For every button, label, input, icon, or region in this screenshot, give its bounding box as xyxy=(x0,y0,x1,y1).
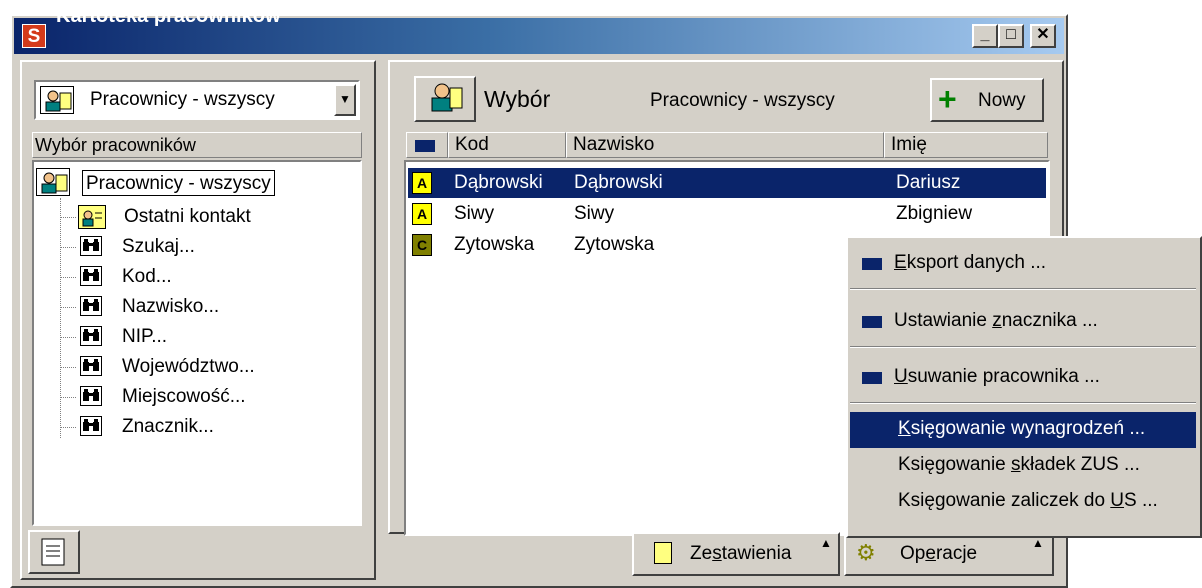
tree-connector xyxy=(60,397,76,398)
window-title: Kartoteka pracowników xyxy=(56,5,281,27)
category-badge: C xyxy=(412,234,432,256)
tree-item-label[interactable]: Znacznik... xyxy=(122,416,214,438)
tree-connector xyxy=(60,217,76,218)
tree-item-label[interactable]: Miejscowość... xyxy=(122,386,246,408)
tree-connector xyxy=(60,337,76,338)
document-tab-button[interactable] xyxy=(28,530,80,574)
cell-kod: Siwy xyxy=(454,203,495,224)
tree-item-label[interactable]: NIP... xyxy=(122,326,167,348)
menu-separator xyxy=(850,402,1196,404)
contact-card-icon xyxy=(78,205,106,229)
category-badge: A xyxy=(412,172,432,194)
marker-icon xyxy=(415,140,435,152)
tree-connector xyxy=(60,247,76,248)
header-title: Wybór xyxy=(484,86,551,112)
tree-item-label[interactable]: Nazwisko... xyxy=(122,296,219,318)
binoculars-icon xyxy=(80,296,102,316)
marker-icon xyxy=(862,372,882,384)
cell-nazwisko: Dąbrowski xyxy=(574,172,663,193)
tree-connector xyxy=(60,427,76,428)
tree-connector xyxy=(60,277,76,278)
menu-item-label: Usuwanie pracownika ... xyxy=(894,366,1100,387)
report-icon xyxy=(654,542,672,564)
binoculars-icon xyxy=(80,266,102,286)
minimize-button[interactable]: _ xyxy=(972,24,998,48)
section-header: Wybór pracowników xyxy=(32,132,362,158)
menu-separator xyxy=(850,346,1196,348)
people-icon xyxy=(36,168,70,196)
cell-nazwisko: Siwy xyxy=(574,203,615,224)
tree-item-label[interactable]: Kod... xyxy=(122,266,172,288)
menu-separator xyxy=(850,288,1196,290)
header-subtitle: Pracownicy - wszyscy xyxy=(650,90,835,111)
people-icon[interactable] xyxy=(414,76,476,122)
binoculars-icon xyxy=(80,236,102,256)
tree-item-label[interactable]: Ostatni kontakt xyxy=(124,206,251,228)
app-icon: S xyxy=(22,24,46,48)
column-header-nazwisko[interactable]: Nazwisko xyxy=(566,132,884,158)
menu-item-label: Księgowanie zaliczek do US ... xyxy=(898,490,1158,511)
marker-icon xyxy=(862,258,882,270)
menu-item-label: Eksport danych ... xyxy=(894,252,1047,273)
gear-icon: ⚙ xyxy=(856,540,876,565)
cell-nazwisko: Zytowska xyxy=(574,234,655,255)
tree-root[interactable]: Pracownicy - wszyscy xyxy=(82,170,275,196)
tree-connector xyxy=(60,367,76,368)
chevron-up-icon: ▲ xyxy=(1032,536,1044,550)
menu-item-label: Ustawianie znacznika ... xyxy=(894,310,1098,331)
plus-icon: + xyxy=(938,81,957,117)
tree-item-label[interactable]: Szukaj... xyxy=(122,236,195,258)
filter-combo-value: Pracownicy - wszyscy xyxy=(90,89,275,110)
binoculars-icon xyxy=(80,356,102,376)
new-button-label: Nowy xyxy=(978,90,1026,111)
cell-kod: Dąbrowski xyxy=(454,172,543,193)
marker-column-header[interactable] xyxy=(406,132,448,158)
close-button[interactable]: ✕ xyxy=(1030,24,1056,48)
binoculars-icon xyxy=(80,386,102,406)
column-header-imie[interactable]: Imię xyxy=(884,132,1048,158)
category-badge: A xyxy=(412,203,432,225)
menu-item-label: Księgowanie wynagrodzeń ... xyxy=(898,418,1146,439)
cell-imie: Dariusz xyxy=(896,172,961,193)
chevron-up-icon: ▲ xyxy=(820,536,832,550)
cell-imie: Zbigniew xyxy=(896,203,973,224)
tree-connector xyxy=(60,307,76,308)
binoculars-icon xyxy=(80,326,102,346)
tree-item-label[interactable]: Województwo... xyxy=(122,356,255,378)
operacje-label: Operacje xyxy=(900,543,978,564)
maximize-button[interactable]: □ xyxy=(998,24,1024,48)
menu-item-label: Księgowanie składek ZUS ... xyxy=(898,454,1140,475)
chevron-down-icon[interactable]: ▼ xyxy=(334,84,356,116)
marker-icon xyxy=(862,316,882,328)
column-header-kod[interactable]: Kod xyxy=(448,132,566,158)
tree-connector xyxy=(60,198,61,438)
zestawienia-label: Zestawienia xyxy=(690,543,792,564)
binoculars-icon xyxy=(80,416,102,436)
cell-kod: Zytowska xyxy=(454,234,535,255)
people-icon xyxy=(40,86,74,114)
